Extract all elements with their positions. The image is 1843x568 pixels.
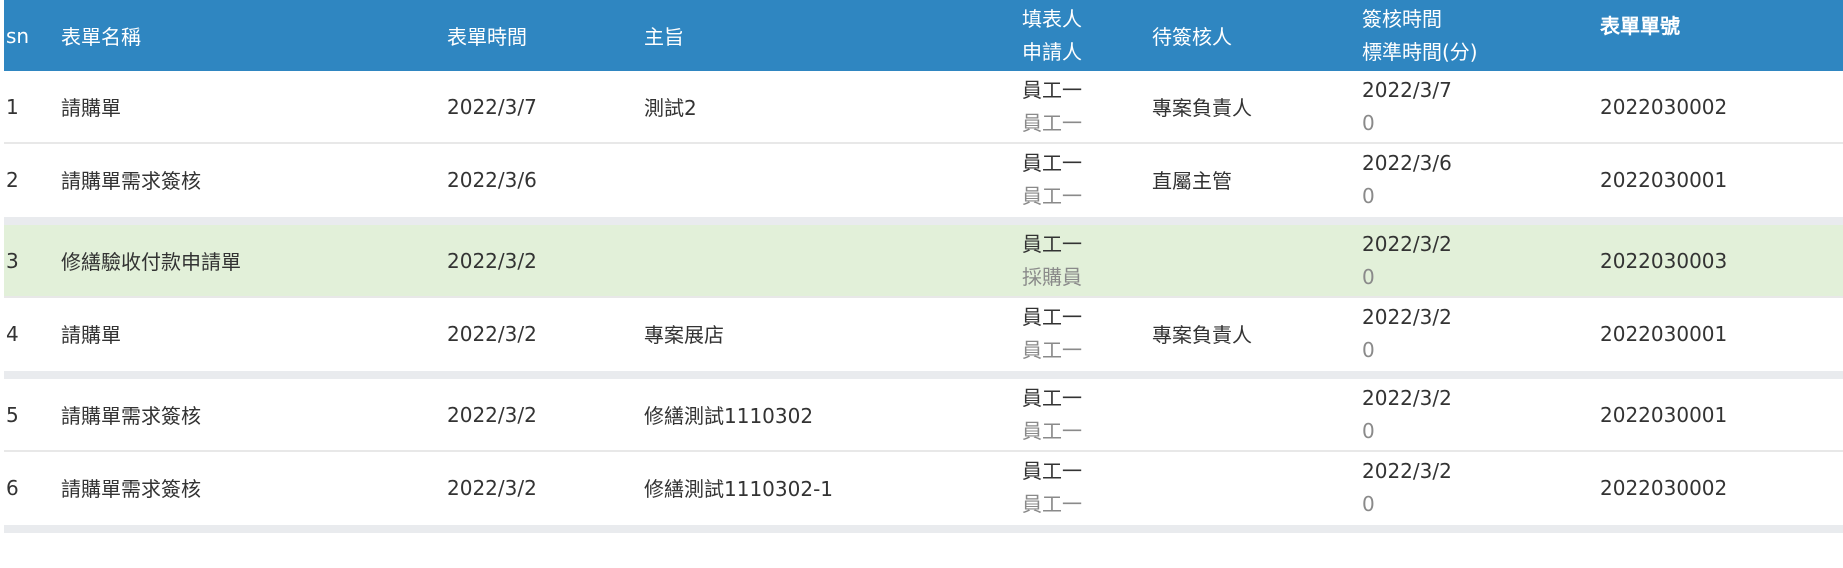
table-row[interactable]: 6 請購單需求簽核 2022/3/2 修繕測試1110302-1 員工一 員工一… xyxy=(4,452,1843,533)
cell-sign-date: 2022/3/2 xyxy=(1362,385,1452,410)
cell-applicant: 員工一 xyxy=(1022,110,1082,135)
cell-form-name[interactable]: 修繕驗收付款申請單 xyxy=(61,225,241,296)
cell-pending-approver: 專案負責人 xyxy=(1152,323,1252,347)
cell-applicant: 員工一 xyxy=(1022,418,1082,443)
cell-form-number: 2022030001 xyxy=(1600,402,1728,427)
cell-filler-applicant: 員工一 員工一 xyxy=(1022,298,1082,369)
cell-subject: 修繕測試1110302-1 xyxy=(644,477,834,501)
cell-pending-approver: 專案負責人 xyxy=(1152,96,1252,120)
cell-subject: 測試2 xyxy=(644,96,697,120)
cell-form-number: 2022030001 xyxy=(1600,167,1728,192)
header-sn[interactable]: sn xyxy=(6,0,29,71)
cell-form-date: 2022/3/2 xyxy=(447,402,537,427)
cell-standard-minutes: 0 xyxy=(1362,337,1375,362)
cell-applicant: 員工一 xyxy=(1022,183,1082,208)
cell-standard-minutes: 0 xyxy=(1362,110,1375,135)
cell-filler: 員工一 xyxy=(1022,231,1082,256)
cell-filler: 員工一 xyxy=(1022,304,1082,329)
header-sign-time-label: 簽核時間 xyxy=(1362,6,1442,31)
cell-filler: 員工一 xyxy=(1022,458,1082,483)
cell-form-name[interactable]: 請購單需求簽核 xyxy=(61,452,201,523)
header-filler-applicant[interactable]: 填表人 申請人 xyxy=(1022,0,1082,71)
cell-sn: 6 xyxy=(6,475,19,500)
cell-pending-approver: 直屬主管 xyxy=(1152,169,1232,193)
cell-subject: 專案展店 xyxy=(644,323,724,347)
cell-standard-minutes: 0 xyxy=(1362,264,1375,289)
cell-sn: 2 xyxy=(6,167,19,192)
cell-sn: 4 xyxy=(6,321,19,346)
cell-filler: 員工一 xyxy=(1022,150,1082,175)
forms-table: sn 表單名稱 表單時間 主旨 填表人 申請人 待簽核人 簽核時間 標準時間(分… xyxy=(4,0,1843,533)
cell-applicant: 員工一 xyxy=(1022,491,1082,516)
cell-subject: 修繕測試1110302 xyxy=(644,404,814,428)
cell-form-name[interactable]: 請購單 xyxy=(61,71,121,142)
cell-standard-minutes: 0 xyxy=(1362,183,1375,208)
cell-form-number: 2022030002 xyxy=(1600,94,1728,119)
cell-filler-applicant: 員工一 員工一 xyxy=(1022,452,1082,523)
cell-filler: 員工一 xyxy=(1022,77,1082,102)
cell-sign-time: 2022/3/2 0 xyxy=(1362,225,1452,296)
cell-sn: 1 xyxy=(6,94,19,119)
cell-sign-time: 2022/3/2 0 xyxy=(1362,298,1452,369)
cell-form-date: 2022/3/2 xyxy=(447,321,537,346)
header-form-name[interactable]: 表單名稱 xyxy=(61,0,141,71)
cell-filler-applicant: 員工一 員工一 xyxy=(1022,379,1082,450)
header-form-date[interactable]: 表單時間 xyxy=(447,0,527,71)
cell-standard-minutes: 0 xyxy=(1362,418,1375,443)
cell-sign-date: 2022/3/2 xyxy=(1362,304,1452,329)
cell-standard-minutes: 0 xyxy=(1362,491,1375,516)
header-filler: 填表人 xyxy=(1022,6,1082,31)
cell-sign-date: 2022/3/7 xyxy=(1362,77,1452,102)
cell-filler-applicant: 員工一 員工一 xyxy=(1022,71,1082,142)
cell-form-number: 2022030001 xyxy=(1600,321,1728,346)
cell-form-date: 2022/3/2 xyxy=(447,475,537,500)
cell-sn: 5 xyxy=(6,402,19,427)
header-standard-time-label: 標準時間(分) xyxy=(1362,39,1478,64)
cell-form-name[interactable]: 請購單需求簽核 xyxy=(61,144,201,215)
cell-filler-applicant: 員工一 採購員 xyxy=(1022,225,1082,296)
cell-sign-time: 2022/3/2 0 xyxy=(1362,379,1452,450)
header-applicant: 申請人 xyxy=(1022,39,1082,64)
cell-sign-time: 2022/3/6 0 xyxy=(1362,144,1452,215)
cell-applicant: 員工一 xyxy=(1022,337,1082,362)
table-row[interactable]: 5 請購單需求簽核 2022/3/2 修繕測試1110302 員工一 員工一 2… xyxy=(4,379,1843,452)
header-sign-time[interactable]: 簽核時間 標準時間(分) xyxy=(1362,0,1478,71)
cell-sign-date: 2022/3/2 xyxy=(1362,231,1452,256)
table-row[interactable]: 1 請購單 2022/3/7 測試2 員工一 員工一 專案負責人 2022/3/… xyxy=(4,71,1843,144)
cell-sign-time: 2022/3/2 0 xyxy=(1362,452,1452,523)
cell-filler: 員工一 xyxy=(1022,385,1082,410)
cell-filler-applicant: 員工一 員工一 xyxy=(1022,144,1082,215)
cell-sign-date: 2022/3/6 xyxy=(1362,150,1452,175)
cell-sign-time: 2022/3/7 0 xyxy=(1362,71,1452,142)
cell-form-number: 2022030003 xyxy=(1600,248,1728,273)
table-row[interactable]: 4 請購單 2022/3/2 專案展店 員工一 員工一 專案負責人 2022/3… xyxy=(4,298,1843,379)
table-row[interactable]: 2 請購單需求簽核 2022/3/6 員工一 員工一 直屬主管 2022/3/6… xyxy=(4,144,1843,225)
header-form-number[interactable]: 表單單號 xyxy=(1600,0,1680,63)
cell-form-date: 2022/3/7 xyxy=(447,94,537,119)
table-row-highlighted[interactable]: 3 修繕驗收付款申請單 2022/3/2 員工一 採購員 2022/3/2 0 … xyxy=(4,225,1843,298)
header-subject[interactable]: 主旨 xyxy=(644,0,684,71)
header-pending-approver[interactable]: 待簽核人 xyxy=(1152,0,1232,71)
cell-applicant: 採購員 xyxy=(1022,264,1082,289)
cell-sn: 3 xyxy=(6,248,19,273)
cell-form-name[interactable]: 請購單需求簽核 xyxy=(61,379,201,450)
cell-sign-date: 2022/3/2 xyxy=(1362,458,1452,483)
cell-form-number: 2022030002 xyxy=(1600,475,1728,500)
cell-form-date: 2022/3/6 xyxy=(447,167,537,192)
table-header: sn 表單名稱 表單時間 主旨 填表人 申請人 待簽核人 簽核時間 標準時間(分… xyxy=(4,0,1843,71)
cell-form-name[interactable]: 請購單 xyxy=(61,298,121,369)
cell-form-date: 2022/3/2 xyxy=(447,248,537,273)
